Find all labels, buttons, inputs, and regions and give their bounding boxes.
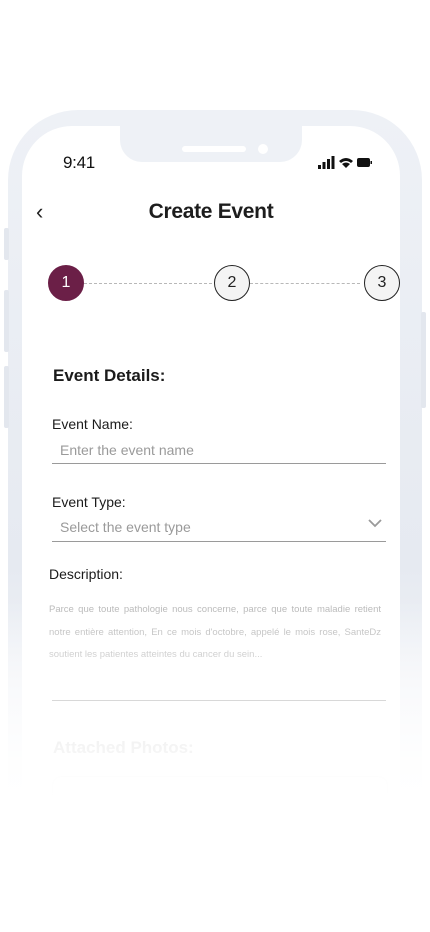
- signal-icon: [318, 156, 372, 169]
- section-title: Event Details:: [53, 366, 166, 385]
- speaker: [182, 146, 246, 152]
- phone-side-button: [4, 228, 9, 260]
- phone-side-button: [4, 366, 9, 428]
- chevron-down-icon[interactable]: [368, 518, 382, 528]
- description-label: Description:: [49, 566, 123, 582]
- step-connector: [84, 283, 212, 284]
- step-2[interactable]: 2: [214, 265, 250, 301]
- divider: [52, 463, 386, 464]
- step-3[interactable]: 3: [364, 265, 400, 301]
- stepper: 1 2 3: [48, 265, 400, 305]
- divider: [52, 700, 386, 701]
- status-time: 9:41: [63, 153, 95, 172]
- notch: [120, 126, 302, 162]
- phone-side-button: [421, 312, 426, 408]
- step-connector: [250, 283, 360, 284]
- description-text[interactable]: Parce que toute pathologie nous concerne…: [49, 599, 381, 667]
- phone-side-button: [4, 290, 9, 352]
- event-name-label: Event Name:: [52, 416, 133, 432]
- attached-photos-title: Attached Photos:: [53, 738, 194, 757]
- status-icons: [318, 156, 372, 170]
- camera: [258, 144, 268, 154]
- photo-upload-box[interactable]: [52, 776, 388, 816]
- event-type-label: Event Type:: [52, 494, 126, 510]
- phone-screen: 9:41 ‹ Create Event 1 2 3 Event Details:…: [22, 126, 400, 816]
- page-title: Create Event: [148, 200, 274, 223]
- step-1[interactable]: 1: [48, 265, 84, 301]
- event-type-select[interactable]: [60, 519, 350, 535]
- divider: [52, 541, 386, 542]
- event-name-input[interactable]: [60, 442, 364, 458]
